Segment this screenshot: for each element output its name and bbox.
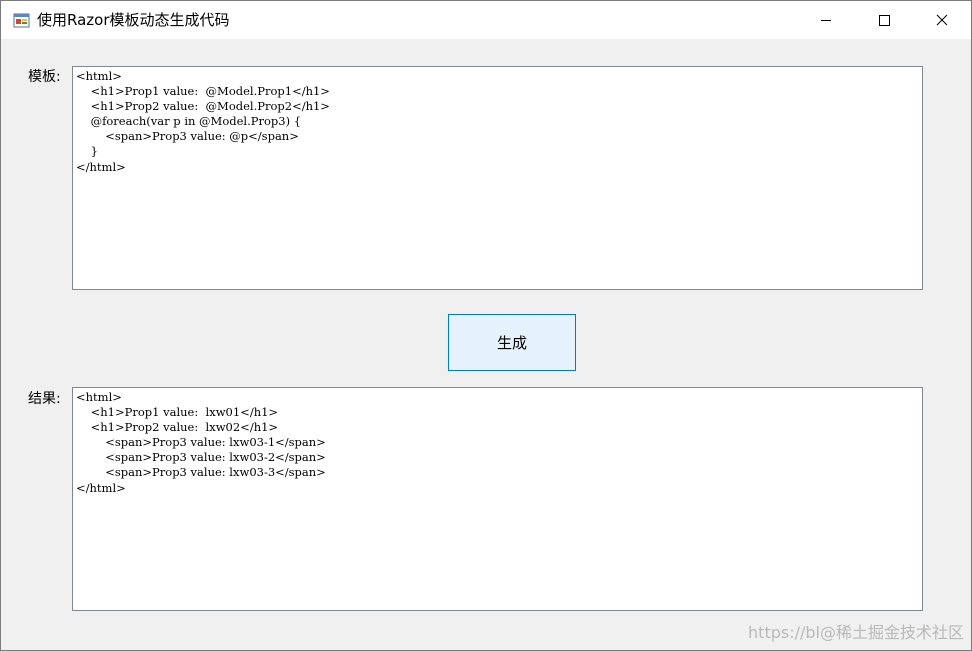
close-button[interactable] bbox=[913, 1, 971, 39]
generate-button[interactable]: 生成 bbox=[448, 314, 576, 371]
minimize-button[interactable] bbox=[797, 1, 855, 39]
title-bar[interactable]: 使用Razor模板动态生成代码 bbox=[1, 1, 971, 39]
maximize-button[interactable] bbox=[855, 1, 913, 39]
windows-form-icon bbox=[13, 11, 30, 28]
app-window: 使用Razor模板动态生成代码 模板: <html> <h1>Prop1 val… bbox=[0, 0, 972, 651]
maximize-icon bbox=[878, 14, 890, 26]
template-label: 模板: bbox=[28, 69, 61, 85]
result-label: 结果: bbox=[28, 391, 61, 407]
result-textarea[interactable]: <html> <h1>Prop1 value: lxw01</h1> <h1>P… bbox=[72, 387, 923, 611]
template-textarea[interactable]: <html> <h1>Prop1 value: @Model.Prop1</h1… bbox=[72, 66, 923, 290]
watermark-text: https://bl@稀土掘金技术社区 bbox=[748, 623, 964, 642]
minimize-icon bbox=[820, 14, 832, 26]
close-icon bbox=[936, 14, 948, 26]
window-title: 使用Razor模板动态生成代码 bbox=[37, 11, 230, 29]
